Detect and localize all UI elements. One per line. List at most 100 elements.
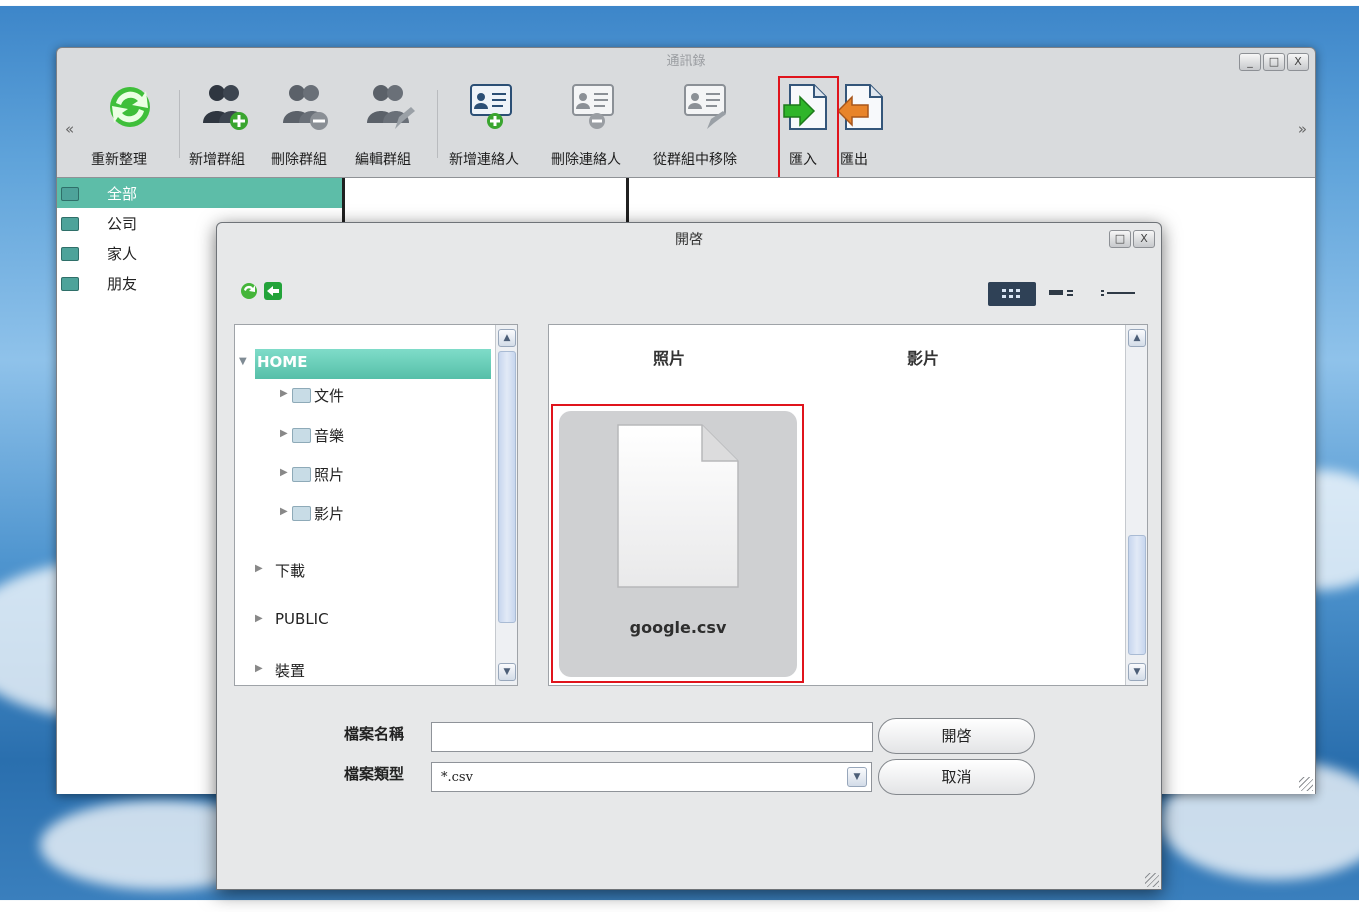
remove-from-group-button[interactable]: 從群組中移除 bbox=[649, 76, 769, 176]
folder-item-videos[interactable]: 影片 bbox=[907, 345, 939, 369]
filetype-label: 檔案類型 bbox=[344, 765, 405, 783]
dialog-resize-grip[interactable] bbox=[1145, 873, 1159, 887]
folder-icon bbox=[292, 467, 311, 482]
pane-splitter[interactable] bbox=[342, 178, 345, 224]
delete-group-icon bbox=[283, 85, 328, 130]
group-item-all[interactable]: 全部 bbox=[57, 178, 342, 208]
delete-group-button[interactable]: 刪除群組 bbox=[267, 76, 349, 176]
folder-item-photos[interactable]: 照片 bbox=[653, 345, 685, 369]
filename-label: 檔案名稱 bbox=[344, 725, 405, 743]
collapsed-caret-icon[interactable]: ▶ bbox=[280, 467, 288, 478]
contacts-toolbar: « » 重新整理 新增群組 刪除群組 編輯群組 新增連絡人 刪除連絡人 從群組中… bbox=[57, 76, 1315, 179]
add-contact-button[interactable]: 新增連絡人 bbox=[445, 76, 545, 176]
export-label: 匯出 bbox=[840, 152, 868, 168]
tree-item-label: 音樂 bbox=[314, 427, 345, 445]
dialog-maximize-button[interactable]: □ bbox=[1109, 230, 1131, 248]
group-folder-icon bbox=[61, 247, 79, 261]
delete-contact-label: 刪除連絡人 bbox=[551, 152, 621, 168]
tree-item-label: PUBLIC bbox=[275, 610, 329, 628]
dialog-window-controls: □ X bbox=[1109, 230, 1155, 248]
tree-item-devices[interactable]: ▶ 裝置 bbox=[255, 656, 455, 686]
scroll-thumb[interactable] bbox=[1128, 535, 1146, 655]
add-group-label: 新增群組 bbox=[189, 152, 245, 168]
dialog-title: 開啓 bbox=[675, 232, 703, 248]
pane-splitter[interactable] bbox=[626, 178, 629, 224]
minimize-button[interactable]: _ bbox=[1239, 53, 1261, 71]
scroll-up-icon[interactable]: ▲ bbox=[1128, 329, 1146, 347]
tree-item-public[interactable]: ▶ PUBLIC bbox=[255, 606, 455, 636]
export-icon bbox=[838, 84, 883, 130]
export-button[interactable]: 匯出 bbox=[838, 76, 894, 176]
remove-from-group-label: 從群組中移除 bbox=[653, 152, 737, 168]
toolbar-separator bbox=[437, 90, 438, 158]
tree-item-downloads[interactable]: ▶ 下載 bbox=[255, 556, 455, 586]
tree-item-label: 下載 bbox=[275, 562, 306, 580]
edit-group-button[interactable]: 編輯群組 bbox=[351, 76, 433, 176]
collapsed-caret-icon[interactable]: ▶ bbox=[255, 563, 263, 574]
tree-item-label: 裝置 bbox=[275, 662, 306, 680]
back-icon[interactable] bbox=[263, 281, 283, 301]
group-item-label: 家人 bbox=[107, 245, 138, 263]
toolbar-scroll-right-button[interactable]: » bbox=[1298, 120, 1307, 138]
tree-scrollbar[interactable]: ▲ ▼ bbox=[495, 325, 517, 685]
refresh-label: 重新整理 bbox=[91, 152, 147, 168]
open-button[interactable]: 開啓 bbox=[878, 718, 1035, 754]
window-resize-grip[interactable] bbox=[1299, 777, 1313, 791]
tree-item-label: 照片 bbox=[314, 466, 345, 484]
group-folder-icon bbox=[61, 277, 79, 291]
refresh-button[interactable]: 重新整理 bbox=[85, 76, 175, 176]
dialog-close-button[interactable]: X bbox=[1133, 230, 1155, 248]
collapsed-caret-icon[interactable]: ▶ bbox=[280, 388, 288, 399]
delete-contact-button[interactable]: 刪除連絡人 bbox=[547, 76, 647, 176]
collapsed-caret-icon[interactable]: ▶ bbox=[255, 613, 263, 624]
filename-input[interactable] bbox=[431, 722, 873, 752]
import-highlight-box bbox=[778, 76, 839, 179]
contacts-window-title: 通訊錄 bbox=[666, 54, 706, 69]
open-file-dialog: 開啓 □ X ▼ HOME ▶ 文件 ▶ 音樂 ▶ 照片 ▶ 影片 ▶ 下載 ▶… bbox=[216, 222, 1162, 890]
tree-item-home[interactable]: ▼ HOME bbox=[239, 349, 491, 379]
tree-item-label: 影片 bbox=[314, 505, 345, 523]
scroll-thumb[interactable] bbox=[498, 351, 516, 623]
selected-file-highlight-box bbox=[551, 404, 804, 683]
tree-item-documents[interactable]: ▶ 文件 bbox=[280, 381, 480, 411]
scroll-down-icon[interactable]: ▼ bbox=[498, 663, 516, 681]
tree-item-music[interactable]: ▶ 音樂 bbox=[280, 421, 480, 451]
refresh-icon[interactable] bbox=[239, 281, 259, 301]
file-list-scrollbar[interactable]: ▲ ▼ bbox=[1125, 325, 1147, 685]
add-contact-icon bbox=[470, 84, 512, 129]
maximize-button[interactable]: □ bbox=[1263, 53, 1285, 71]
folder-icon bbox=[292, 428, 311, 443]
remove-from-group-icon bbox=[684, 84, 726, 129]
collapsed-caret-icon[interactable]: ▶ bbox=[280, 428, 288, 439]
edit-group-icon bbox=[367, 85, 415, 129]
tree-item-photos[interactable]: ▶ 照片 bbox=[280, 460, 480, 490]
chevron-down-icon[interactable]: ▼ bbox=[847, 767, 867, 787]
filetype-value: *.csv bbox=[441, 770, 473, 785]
file-list-pane: 照片 影片 google.csv ▲ ▼ bbox=[548, 324, 1148, 686]
edit-group-label: 編輯群組 bbox=[355, 152, 411, 168]
group-item-label: 公司 bbox=[107, 215, 138, 233]
expanded-caret-icon[interactable]: ▼ bbox=[239, 356, 247, 367]
group-folder-icon bbox=[61, 187, 79, 201]
scroll-down-icon[interactable]: ▼ bbox=[1128, 663, 1146, 681]
add-group-button[interactable]: 新增群組 bbox=[185, 76, 265, 176]
scroll-up-icon[interactable]: ▲ bbox=[498, 329, 516, 347]
folder-icon bbox=[292, 506, 311, 521]
tree-item-videos[interactable]: ▶ 影片 bbox=[280, 499, 480, 529]
folder-tree-pane: ▼ HOME ▶ 文件 ▶ 音樂 ▶ 照片 ▶ 影片 ▶ 下載 ▶ PUBLIC… bbox=[234, 324, 518, 686]
list-view-icon[interactable] bbox=[1097, 281, 1139, 307]
detail-view-icon[interactable] bbox=[1047, 281, 1085, 307]
refresh-icon bbox=[110, 87, 150, 127]
tree-item-label: HOME bbox=[257, 353, 308, 371]
folder-icon bbox=[292, 388, 311, 403]
filetype-select[interactable]: *.csv ▼ bbox=[431, 762, 872, 792]
close-button[interactable]: X bbox=[1287, 53, 1309, 71]
delete-group-label: 刪除群組 bbox=[271, 152, 327, 168]
toolbar-separator bbox=[179, 90, 180, 158]
toolbar-scroll-left-button[interactable]: « bbox=[65, 120, 74, 138]
icon-view-icon[interactable] bbox=[987, 281, 1037, 307]
collapsed-caret-icon[interactable]: ▶ bbox=[255, 663, 263, 674]
cancel-button[interactable]: 取消 bbox=[878, 759, 1035, 795]
collapsed-caret-icon[interactable]: ▶ bbox=[280, 506, 288, 517]
add-contact-label: 新增連絡人 bbox=[449, 152, 519, 168]
